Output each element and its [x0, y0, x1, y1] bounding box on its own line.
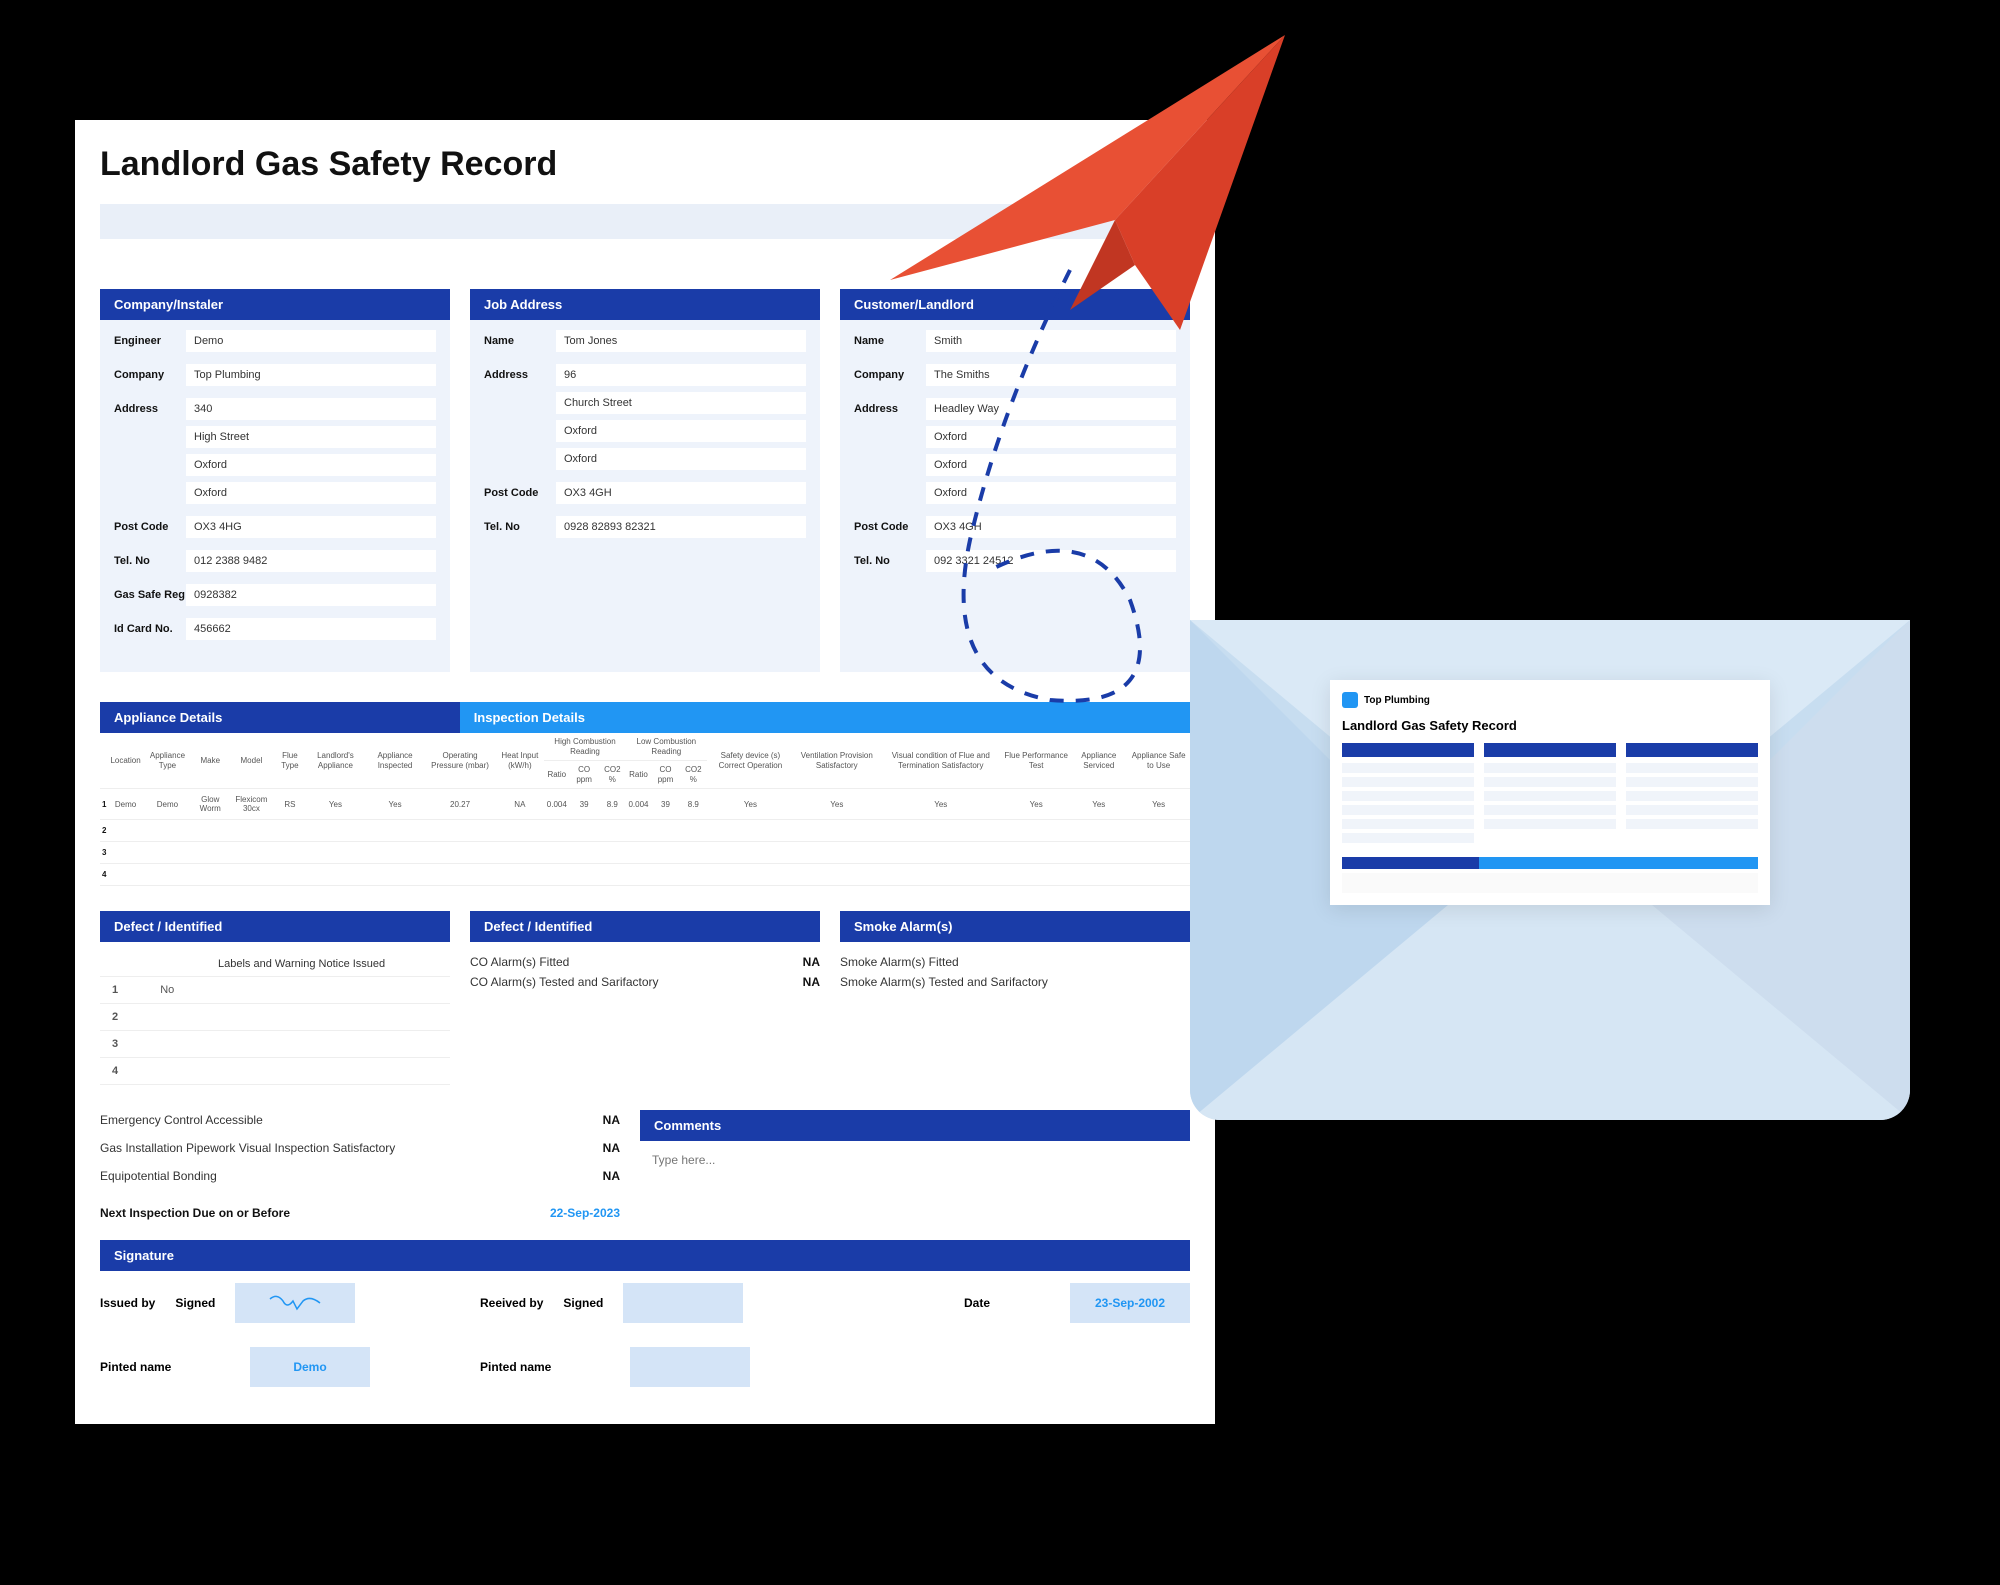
printed-name-label-1: Pinted name [100, 1360, 230, 1374]
appliance-header: Appliance Details [100, 702, 460, 733]
defect-section: Defect / Identified Labels and Warning N… [100, 911, 1190, 1085]
defect-row: 3 [100, 1031, 450, 1058]
comments-panel: Comments [640, 1110, 1190, 1220]
co-tested-value: NA [803, 975, 820, 989]
equip-label: Equipotential Bonding [100, 1169, 217, 1183]
mini-company: Top Plumbing [1364, 695, 1430, 706]
equip-value: NA [603, 1169, 620, 1183]
job-tel: 0928 82893 82321 [556, 516, 806, 538]
received-signature-box [623, 1283, 743, 1323]
job-addr2: Church Street [556, 392, 806, 414]
signature-section: Signature Issued by Signed Reeived by Si… [100, 1240, 1190, 1399]
gasinst-value: NA [603, 1141, 620, 1155]
defect-row: 4 [100, 1058, 450, 1085]
idcard-value: 456662 [186, 618, 436, 640]
signature-header: Signature [100, 1240, 1190, 1271]
company-header: Company/Instaler [100, 289, 450, 320]
comments-input[interactable] [640, 1141, 1190, 1179]
smoke-tested-label: Smoke Alarm(s) Tested and Sarifactory [840, 975, 1048, 989]
emergency-value: NA [603, 1113, 620, 1127]
issued-by-label: Issued by [100, 1296, 155, 1310]
checks-comments: Emergency Control Accessible NA Gas Insta… [100, 1110, 1190, 1220]
gasreg-value: 0928382 [186, 584, 436, 606]
next-insp-label: Next Inspection Due on or Before [100, 1206, 290, 1220]
signature-scribble-icon [265, 1291, 325, 1316]
tel-label: Tel. No [114, 550, 186, 567]
smoke-fitted-label: Smoke Alarm(s) Fitted [840, 955, 959, 969]
issued-signature-box [235, 1283, 355, 1323]
defect-row: 2 [100, 1004, 450, 1031]
trail-path-icon [870, 260, 1230, 810]
table-row: 2 [100, 820, 1190, 842]
job-header: Job Address [470, 289, 820, 320]
job-name-label: Name [484, 330, 556, 347]
tel-value: 012 2388 9482 [186, 550, 436, 572]
job-addr3: Oxford [556, 420, 806, 442]
addr3: Oxford [186, 454, 436, 476]
signed-label-2: Signed [563, 1296, 603, 1310]
mini-logo-icon [1342, 692, 1358, 708]
defect-identified-panel: Defect / Identified Labels and Warning N… [100, 911, 450, 1085]
company-value: Top Plumbing [186, 364, 436, 386]
printed-name-box-1: Demo [250, 1347, 370, 1387]
co-fitted-value: NA [803, 955, 820, 969]
table-row: 3 [100, 842, 1190, 864]
job-addr-label: Address [484, 364, 556, 381]
engineer-label: Engineer [114, 330, 186, 347]
appliance-details: Appliance Details [100, 702, 460, 733]
received-by-label: Reeived by [480, 1296, 543, 1310]
checks-list: Emergency Control Accessible NA Gas Insta… [100, 1110, 620, 1220]
printed-name-box-2 [630, 1347, 750, 1387]
signed-label-1: Signed [175, 1296, 215, 1310]
address-label: Address [114, 398, 186, 415]
co-tested-label: CO Alarm(s) Tested and Sarifactory [470, 975, 659, 989]
job-panel: Job Address NameTom Jones Address 96 Chu… [470, 289, 820, 672]
mini-document: Top Plumbing Landlord Gas Safety Record [1330, 680, 1770, 905]
addr2: High Street [186, 426, 436, 448]
smoke-alarm-panel: Smoke Alarm(s) Smoke Alarm(s) Fitted Smo… [840, 911, 1190, 1085]
idcard-label: Id Card No. [114, 618, 186, 635]
smoke-header: Smoke Alarm(s) [840, 911, 1190, 942]
comments-header: Comments [640, 1110, 1190, 1141]
gasinst-label: Gas Installation Pipework Visual Inspect… [100, 1141, 395, 1155]
postcode-value: OX3 4HG [186, 516, 436, 538]
printed-name-label-2: Pinted name [480, 1360, 610, 1374]
company-label: Company [114, 364, 186, 381]
defect-row: 1No [100, 977, 450, 1004]
date-box: 23-Sep-2002 [1070, 1283, 1190, 1323]
next-insp-date: 22-Sep-2023 [550, 1206, 620, 1220]
date-label: Date [964, 1296, 990, 1310]
addr1: 340 [186, 398, 436, 420]
job-postcode-label: Post Code [484, 482, 556, 499]
postcode-label: Post Code [114, 516, 186, 533]
co-alarm-panel: Defect / Identified CO Alarm(s) Fitted NA… [470, 911, 820, 1085]
job-tel-label: Tel. No [484, 516, 556, 533]
job-postcode: OX3 4GH [556, 482, 806, 504]
envelope-illustration: Top Plumbing Landlord Gas Safety Record [1190, 620, 1910, 1120]
gasreg-label: Gas Safe Reg [114, 584, 186, 601]
paper-plane-icon [870, 20, 1300, 340]
mini-title: Landlord Gas Safety Record [1342, 718, 1758, 733]
company-panel: Company/Instaler EngineerDemo CompanyTop… [100, 289, 450, 672]
co-fitted-label: CO Alarm(s) Fitted [470, 955, 569, 969]
job-addr1: 96 [556, 364, 806, 386]
table-row: 4 [100, 864, 1190, 886]
defect-table: Labels and Warning Notice Issued1No234 [100, 952, 450, 1085]
emergency-label: Emergency Control Accessible [100, 1113, 263, 1127]
job-name: Tom Jones [556, 330, 806, 352]
job-addr4: Oxford [556, 448, 806, 470]
defect-header-2: Defect / Identified [470, 911, 820, 942]
engineer-value: Demo [186, 330, 436, 352]
defect-header-1: Defect / Identified [100, 911, 450, 942]
addr4: Oxford [186, 482, 436, 504]
